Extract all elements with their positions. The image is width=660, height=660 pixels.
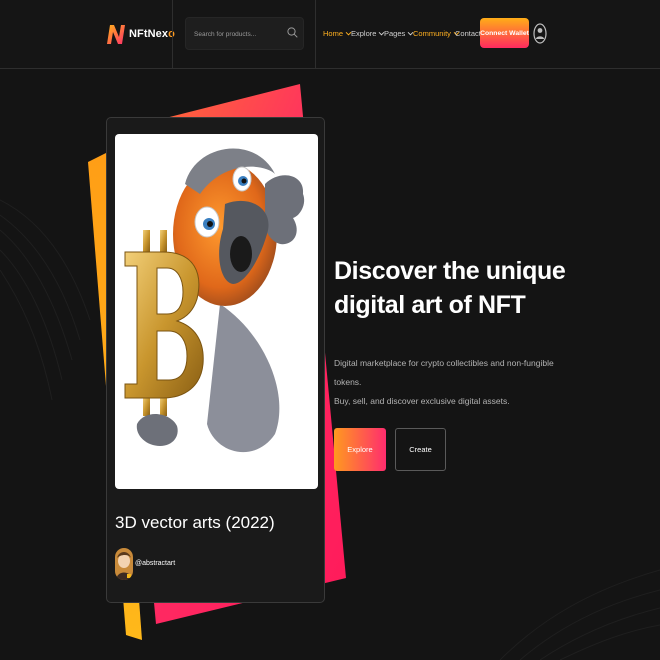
nav-home-label: Home — [323, 29, 344, 38]
nav-contact[interactable]: Contact — [455, 29, 481, 38]
header-divider — [315, 0, 316, 69]
search-icon[interactable] — [287, 27, 298, 38]
hero-desc-line1: Digital marketplace for crypto collectib… — [334, 358, 554, 387]
nav-explore-label: Explore — [351, 29, 377, 38]
hero-title: Discover the unique digital art of NFT — [334, 254, 574, 322]
nav-community-label: Community — [413, 29, 451, 38]
brand-name: NFtNexo — [129, 28, 175, 40]
explore-button[interactable]: Explore — [334, 428, 386, 471]
nft-title[interactable]: 3D vector arts (2022) — [115, 513, 275, 533]
avatar[interactable] — [115, 548, 133, 580]
nav-explore[interactable]: Explore — [351, 29, 385, 38]
user-icon[interactable] — [533, 23, 547, 44]
bird-bitcoin-artwork — [124, 148, 305, 453]
connect-wallet-button[interactable]: Connect Wallet — [480, 18, 529, 48]
nav-home[interactable]: Home — [323, 29, 352, 38]
brand-logo[interactable]: NFtNexo — [106, 22, 175, 46]
site-header: NFtNexo Home Explore Pages Community Con… — [0, 0, 660, 69]
create-button[interactable]: Create — [395, 428, 446, 471]
hero-title-line1: Discover the unique — [334, 257, 566, 285]
nft-artwork-image[interactable] — [115, 134, 318, 489]
logo-mark-icon — [107, 25, 125, 44]
nav-contact-label: Contact — [455, 29, 481, 38]
nav-community[interactable]: Community — [413, 29, 460, 38]
header-divider — [172, 0, 173, 69]
hero-title-line2: digital art of NFT — [334, 291, 526, 319]
author-handle[interactable]: @abstractart — [135, 560, 175, 567]
nft-card[interactable]: 3D vector arts (2022) @abstractart — [106, 117, 325, 603]
hero-desc-line2: Buy, sell, and discover exclusive digita… — [334, 396, 510, 406]
search-input[interactable] — [194, 27, 284, 41]
nav-pages[interactable]: Pages — [384, 29, 414, 38]
nav-pages-label: Pages — [384, 29, 406, 38]
hero-description: Digital marketplace for crypto collectib… — [334, 354, 564, 411]
